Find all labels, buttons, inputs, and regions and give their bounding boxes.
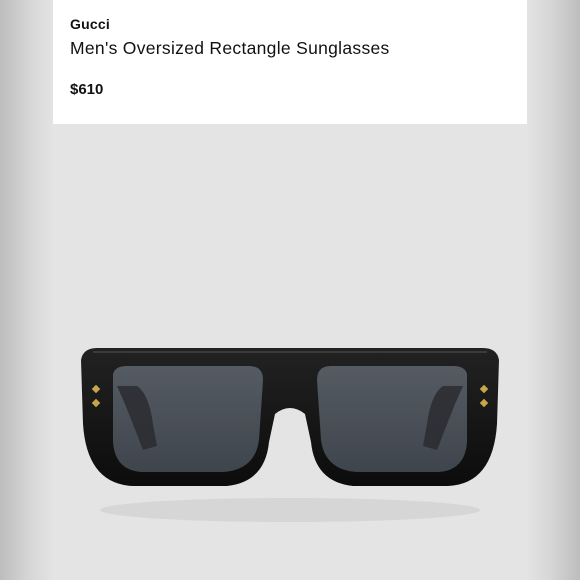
brand-name[interactable]: Gucci xyxy=(70,16,110,32)
product-title[interactable]: Men's Oversized Rectangle Sunglasses xyxy=(70,38,390,59)
sunglasses-icon xyxy=(81,348,499,522)
product-card: Gucci Men's Oversized Rectangle Sunglass… xyxy=(53,0,527,580)
product-price: $610 xyxy=(70,81,104,98)
product-photo[interactable] xyxy=(53,124,527,580)
product-info: Gucci Men's Oversized Rectangle Sunglass… xyxy=(53,0,527,124)
